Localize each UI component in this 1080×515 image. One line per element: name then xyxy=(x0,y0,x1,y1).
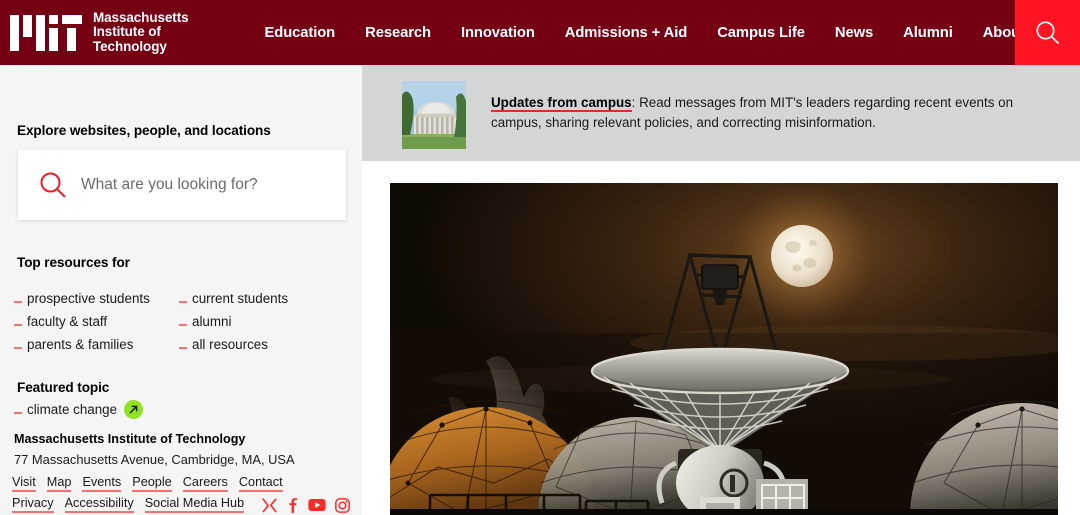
resource-link-current-students[interactable]: current students xyxy=(179,287,344,310)
resource-label: parents & families xyxy=(27,337,134,352)
logo-word-3: Technology xyxy=(93,38,167,54)
campus-updates-text: Updates from campus: Read messages from … xyxy=(491,93,1052,132)
radio-telescope-night-photo xyxy=(390,183,1058,515)
updates-from-campus-link[interactable]: Updates from campus xyxy=(491,95,632,112)
resource-label: all resources xyxy=(192,337,268,352)
x-twitter-icon[interactable] xyxy=(262,497,277,513)
resource-label: prospective students xyxy=(27,291,150,306)
dash-marker-icon xyxy=(14,300,22,303)
mit-logo-icon xyxy=(10,14,82,51)
dash-marker-icon xyxy=(179,323,187,326)
resource-link-faculty-staff[interactable]: faculty & staff xyxy=(14,310,179,333)
resource-link-prospective-students[interactable]: prospective students xyxy=(14,287,179,310)
site-header: Massachusetts Institute of Technology Ed… xyxy=(0,0,1080,65)
instagram-icon[interactable] xyxy=(335,497,351,513)
logo-wordmark: Massachusetts Institute of Technology xyxy=(93,9,189,55)
search-icon xyxy=(40,172,66,198)
nav-item-admissions-aid[interactable]: Admissions + Aid xyxy=(565,25,688,41)
nav-item-research[interactable]: Research xyxy=(365,25,431,41)
search-input[interactable] xyxy=(81,176,321,194)
footer-link-events[interactable]: Events xyxy=(82,476,122,492)
campus-updates-banner: Updates from campus: Read messages from … xyxy=(362,65,1080,161)
great-dome-image xyxy=(402,81,466,149)
dash-marker-icon xyxy=(14,323,22,326)
nav-item-alumni[interactable]: Alumni xyxy=(903,25,953,41)
featured-topic-link-climate-change[interactable]: climate change xyxy=(14,400,144,419)
facebook-icon[interactable] xyxy=(286,497,299,513)
youtube-icon[interactable] xyxy=(308,498,326,512)
mit-homepage: Massachusetts Institute of Technology Ed… xyxy=(0,0,1080,515)
featured-topic-heading: Featured topic xyxy=(17,380,110,395)
logo-word-1: Massachusetts xyxy=(93,9,189,25)
featured-topic-label: climate change xyxy=(27,402,118,417)
dash-marker-icon xyxy=(14,411,22,414)
top-resources-list: prospective students current students fa… xyxy=(14,287,344,356)
footer-link-visit[interactable]: Visit xyxy=(12,476,36,492)
footer-link-contact[interactable]: Contact xyxy=(238,476,283,492)
top-resources-heading: Top resources for xyxy=(17,255,130,270)
footer-link-people[interactable]: People xyxy=(132,476,172,492)
footer-link-social-media-hub[interactable]: Social Media Hub xyxy=(144,497,245,513)
footer-link-privacy[interactable]: Privacy xyxy=(12,497,54,513)
footer-links-row-2: Privacy Accessibility Social Media Hub xyxy=(12,497,351,513)
nav-item-campus-life[interactable]: Campus Life xyxy=(717,25,805,41)
mit-logo-link[interactable]: Massachusetts Institute of Technology xyxy=(10,0,189,65)
explore-heading: Explore websites, people, and locations xyxy=(17,123,271,138)
footer-links-row-1: Visit Map Events People Careers Contact xyxy=(12,476,283,492)
institute-address: 77 Massachusetts Avenue, Cambridge, MA, … xyxy=(14,452,295,467)
resource-label: current students xyxy=(192,291,289,306)
dash-marker-icon xyxy=(179,346,187,349)
institute-name: Massachusetts Institute of Technology xyxy=(14,432,246,446)
hero-image[interactable] xyxy=(390,183,1058,515)
explore-sidebar: Explore websites, people, and locations … xyxy=(0,65,362,515)
resource-label: faculty & staff xyxy=(27,314,108,329)
resource-link-parents-families[interactable]: parents & families xyxy=(14,333,179,356)
search-icon xyxy=(1036,21,1059,44)
nav-item-education[interactable]: Education xyxy=(265,25,336,41)
social-links xyxy=(262,497,351,513)
header-search-button[interactable] xyxy=(1015,0,1080,65)
nav-item-innovation[interactable]: Innovation xyxy=(461,25,535,41)
resource-link-all-resources[interactable]: all resources xyxy=(179,333,344,356)
logo-word-2: Institute of xyxy=(93,24,161,40)
arrow-up-right-icon xyxy=(124,400,144,419)
main-navigation: Education Research Innovation Admissions… xyxy=(265,25,1055,41)
footer-link-careers[interactable]: Careers xyxy=(182,476,228,492)
dash-marker-icon xyxy=(14,346,22,349)
great-dome-thumbnail[interactable] xyxy=(402,81,466,149)
dash-marker-icon xyxy=(179,300,187,303)
site-search-box[interactable] xyxy=(18,150,346,220)
resource-label: alumni xyxy=(192,314,232,329)
footer-link-accessibility[interactable]: Accessibility xyxy=(64,497,134,513)
footer-link-map[interactable]: Map xyxy=(46,476,72,492)
main-content: Updates from campus: Read messages from … xyxy=(362,65,1080,515)
resource-link-alumni[interactable]: alumni xyxy=(179,310,344,333)
nav-item-news[interactable]: News xyxy=(835,25,873,41)
